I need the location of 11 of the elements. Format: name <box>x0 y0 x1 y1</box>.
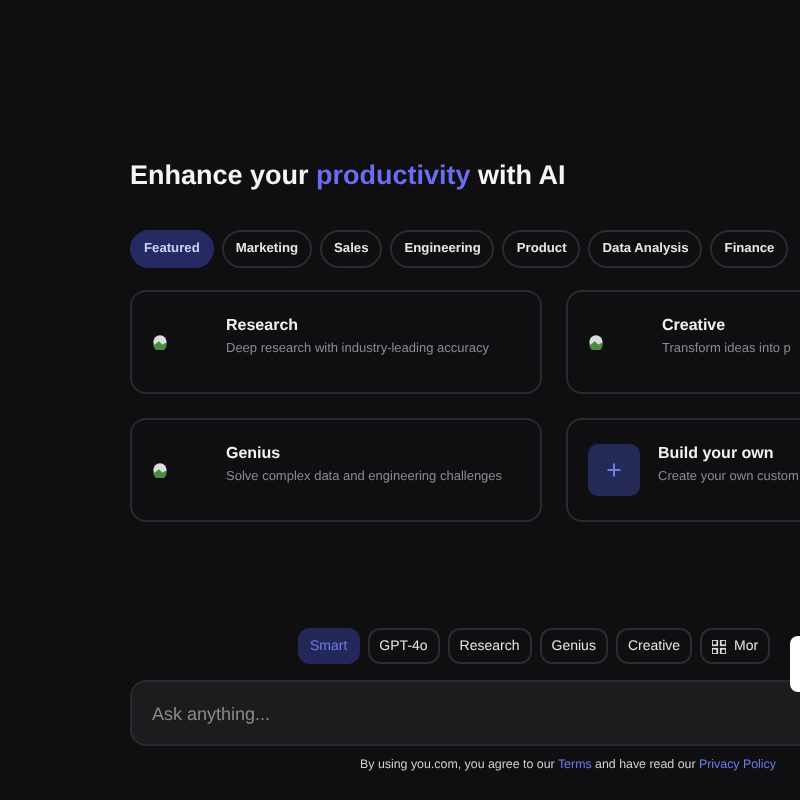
card-title: Research <box>226 316 301 334</box>
card-title: Creative <box>662 316 728 334</box>
plus-icon <box>588 444 640 496</box>
card-title: Genius <box>226 444 283 462</box>
grid-icon <box>712 639 727 653</box>
heading: Enhance your productivity with AI <box>130 160 568 190</box>
ask-input[interactable]: Ask anything... <box>130 680 800 746</box>
broken-image-icon <box>152 334 168 350</box>
broken-image-icon <box>152 462 168 478</box>
card-title: Build your own <box>658 444 776 462</box>
broken-image-icon <box>588 334 604 350</box>
